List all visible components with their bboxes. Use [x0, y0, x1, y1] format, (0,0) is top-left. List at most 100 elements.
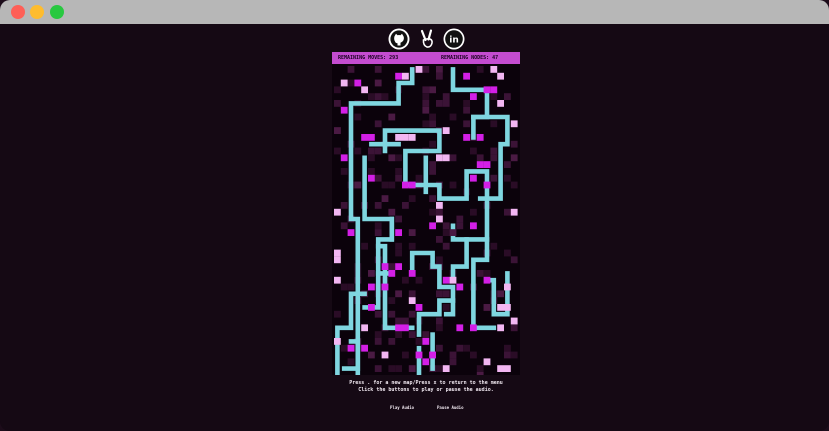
noise-tile [436, 72, 443, 80]
noise-tile [374, 93, 382, 100]
noise-tile [347, 358, 355, 366]
maze-node [483, 181, 491, 189]
noise-tile [408, 290, 416, 298]
maze-node [368, 304, 375, 311]
maze-node [476, 161, 484, 168]
instructions: Press . for a new map/Press x to return … [332, 380, 520, 394]
noise-tile [374, 338, 382, 345]
close-window-button[interactable] [11, 5, 25, 19]
minimize-window-button[interactable] [30, 5, 44, 19]
noise-tile [368, 93, 375, 100]
noise-tile [374, 229, 382, 236]
noise-tile [476, 365, 484, 372]
maze-node [510, 208, 518, 216]
noise-tile [347, 283, 355, 291]
noise-tile [456, 344, 464, 352]
noise-tile [374, 120, 382, 128]
noise-tile [490, 93, 498, 100]
maze-node [408, 365, 416, 372]
maze-node [442, 154, 450, 162]
maze-node [415, 351, 423, 359]
noise-tile [429, 195, 436, 202]
victory-hand-icon[interactable] [416, 28, 438, 50]
maze-node [497, 72, 504, 80]
noise-tile [449, 113, 457, 121]
window-titlebar [0, 0, 829, 24]
maze-node [334, 276, 341, 284]
noise-tile [476, 154, 484, 162]
noise-tile [436, 365, 443, 372]
maze-node [415, 304, 423, 311]
instruction-line-1: Press . for a new map/Press x to return … [349, 380, 503, 386]
maze-node [334, 208, 341, 216]
instruction-line-2: Click the buttons to play or pause the a… [358, 387, 494, 393]
noise-tile [395, 154, 402, 162]
maze-node [483, 304, 491, 311]
noise-tile [504, 208, 511, 216]
linkedin-icon[interactable]: in [443, 28, 465, 50]
maze-node [436, 66, 443, 73]
play-audio-button[interactable]: Play Audio [390, 405, 414, 410]
maze-canvas[interactable] [332, 64, 520, 375]
maze-node [354, 79, 362, 87]
noise-tile [463, 120, 470, 128]
maze-node [402, 181, 409, 189]
maze-node [402, 72, 409, 80]
noise-tile [381, 93, 389, 100]
noise-tile [395, 365, 402, 372]
pause-audio-button[interactable]: Pause Audio [437, 405, 464, 410]
noise-tile [436, 208, 443, 216]
maze-node [456, 324, 464, 332]
noise-tile [402, 317, 409, 325]
noise-tile [402, 351, 409, 359]
maze-node [483, 161, 491, 168]
noise-tile [402, 202, 409, 209]
noise-tile [415, 338, 423, 345]
maze-node [408, 270, 416, 277]
maze-node [490, 86, 498, 94]
maze-node [436, 202, 443, 209]
maze-node [510, 317, 518, 325]
remaining-moves: REMAINING MOVES: 293 [338, 55, 399, 61]
github-icon[interactable] [388, 28, 410, 50]
maze-node [470, 93, 477, 100]
noise-tile [436, 290, 443, 298]
maze-node [381, 263, 389, 270]
game-board[interactable] [332, 64, 520, 375]
noise-tile [504, 249, 511, 257]
noise-tile [449, 181, 457, 189]
maze-node [395, 263, 402, 270]
noise-tile [395, 242, 402, 250]
noise-tile [429, 140, 436, 148]
noise-tile [442, 222, 450, 230]
maze-node [497, 324, 504, 332]
maze-node [470, 174, 477, 182]
maze-node [442, 365, 450, 372]
maze-node [449, 276, 457, 284]
noise-tile [415, 276, 423, 284]
maze-node [476, 134, 484, 141]
maze-node [347, 229, 355, 236]
noise-tile [354, 147, 362, 155]
maze-node [504, 365, 511, 372]
maze-node [415, 66, 423, 73]
noise-tile [442, 229, 450, 236]
maze-node [497, 304, 504, 311]
maze-node [497, 290, 504, 298]
noise-tile [504, 93, 511, 100]
noise-tile [470, 351, 477, 359]
noise-tile [436, 344, 443, 352]
noise-tile [470, 208, 477, 216]
maze-node [340, 106, 348, 114]
noise-tile [449, 358, 457, 366]
noise-tile [340, 168, 348, 175]
noise-tile [388, 297, 396, 304]
maze-node [395, 290, 402, 298]
noise-tile [374, 66, 382, 73]
maximize-window-button[interactable] [50, 5, 64, 19]
noise-tile [395, 331, 402, 338]
noise-tile [374, 310, 382, 318]
maze-node [388, 208, 396, 216]
maze-node [436, 215, 443, 223]
noise-tile [340, 344, 348, 352]
